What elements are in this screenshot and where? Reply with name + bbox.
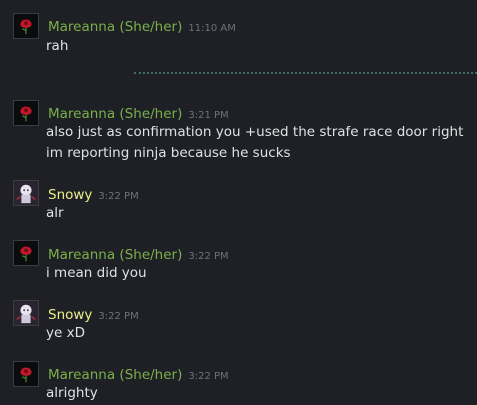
username[interactable]: Mareanna (She/her) (48, 367, 182, 383)
username[interactable]: Snowy (48, 187, 92, 203)
timestamp: 3:22 PM (98, 311, 139, 322)
mareanna-avatar[interactable] (13, 13, 39, 39)
message-text: im reporting ninja because he sucks (46, 145, 291, 161)
snowy-avatar[interactable] (13, 300, 39, 326)
username[interactable]: Mareanna (She/her) (48, 106, 182, 122)
snowy-avatar[interactable] (13, 180, 39, 206)
new-messages-divider (134, 72, 477, 74)
mareanna-avatar[interactable] (13, 240, 39, 266)
mareanna-avatar[interactable] (13, 100, 39, 126)
username[interactable]: Mareanna (She/her) (48, 247, 182, 263)
message-text: i mean did you (46, 265, 147, 281)
message-text: ye xD (46, 325, 85, 341)
message-text: also just as confirmation you +used the … (46, 124, 464, 140)
message-text: alrighty (46, 385, 98, 401)
message-text: rah (46, 38, 69, 54)
username[interactable]: Snowy (48, 307, 92, 323)
timestamp: 3:22 PM (188, 251, 229, 262)
message-text: alr (46, 205, 64, 221)
timestamp: 3:21 PM (188, 110, 229, 121)
timestamp: 3:22 PM (188, 371, 229, 382)
timestamp: 11:10 AM (188, 23, 236, 34)
mareanna-avatar[interactable] (13, 361, 39, 387)
username[interactable]: Mareanna (She/her) (48, 19, 182, 35)
timestamp: 3:22 PM (98, 191, 139, 202)
